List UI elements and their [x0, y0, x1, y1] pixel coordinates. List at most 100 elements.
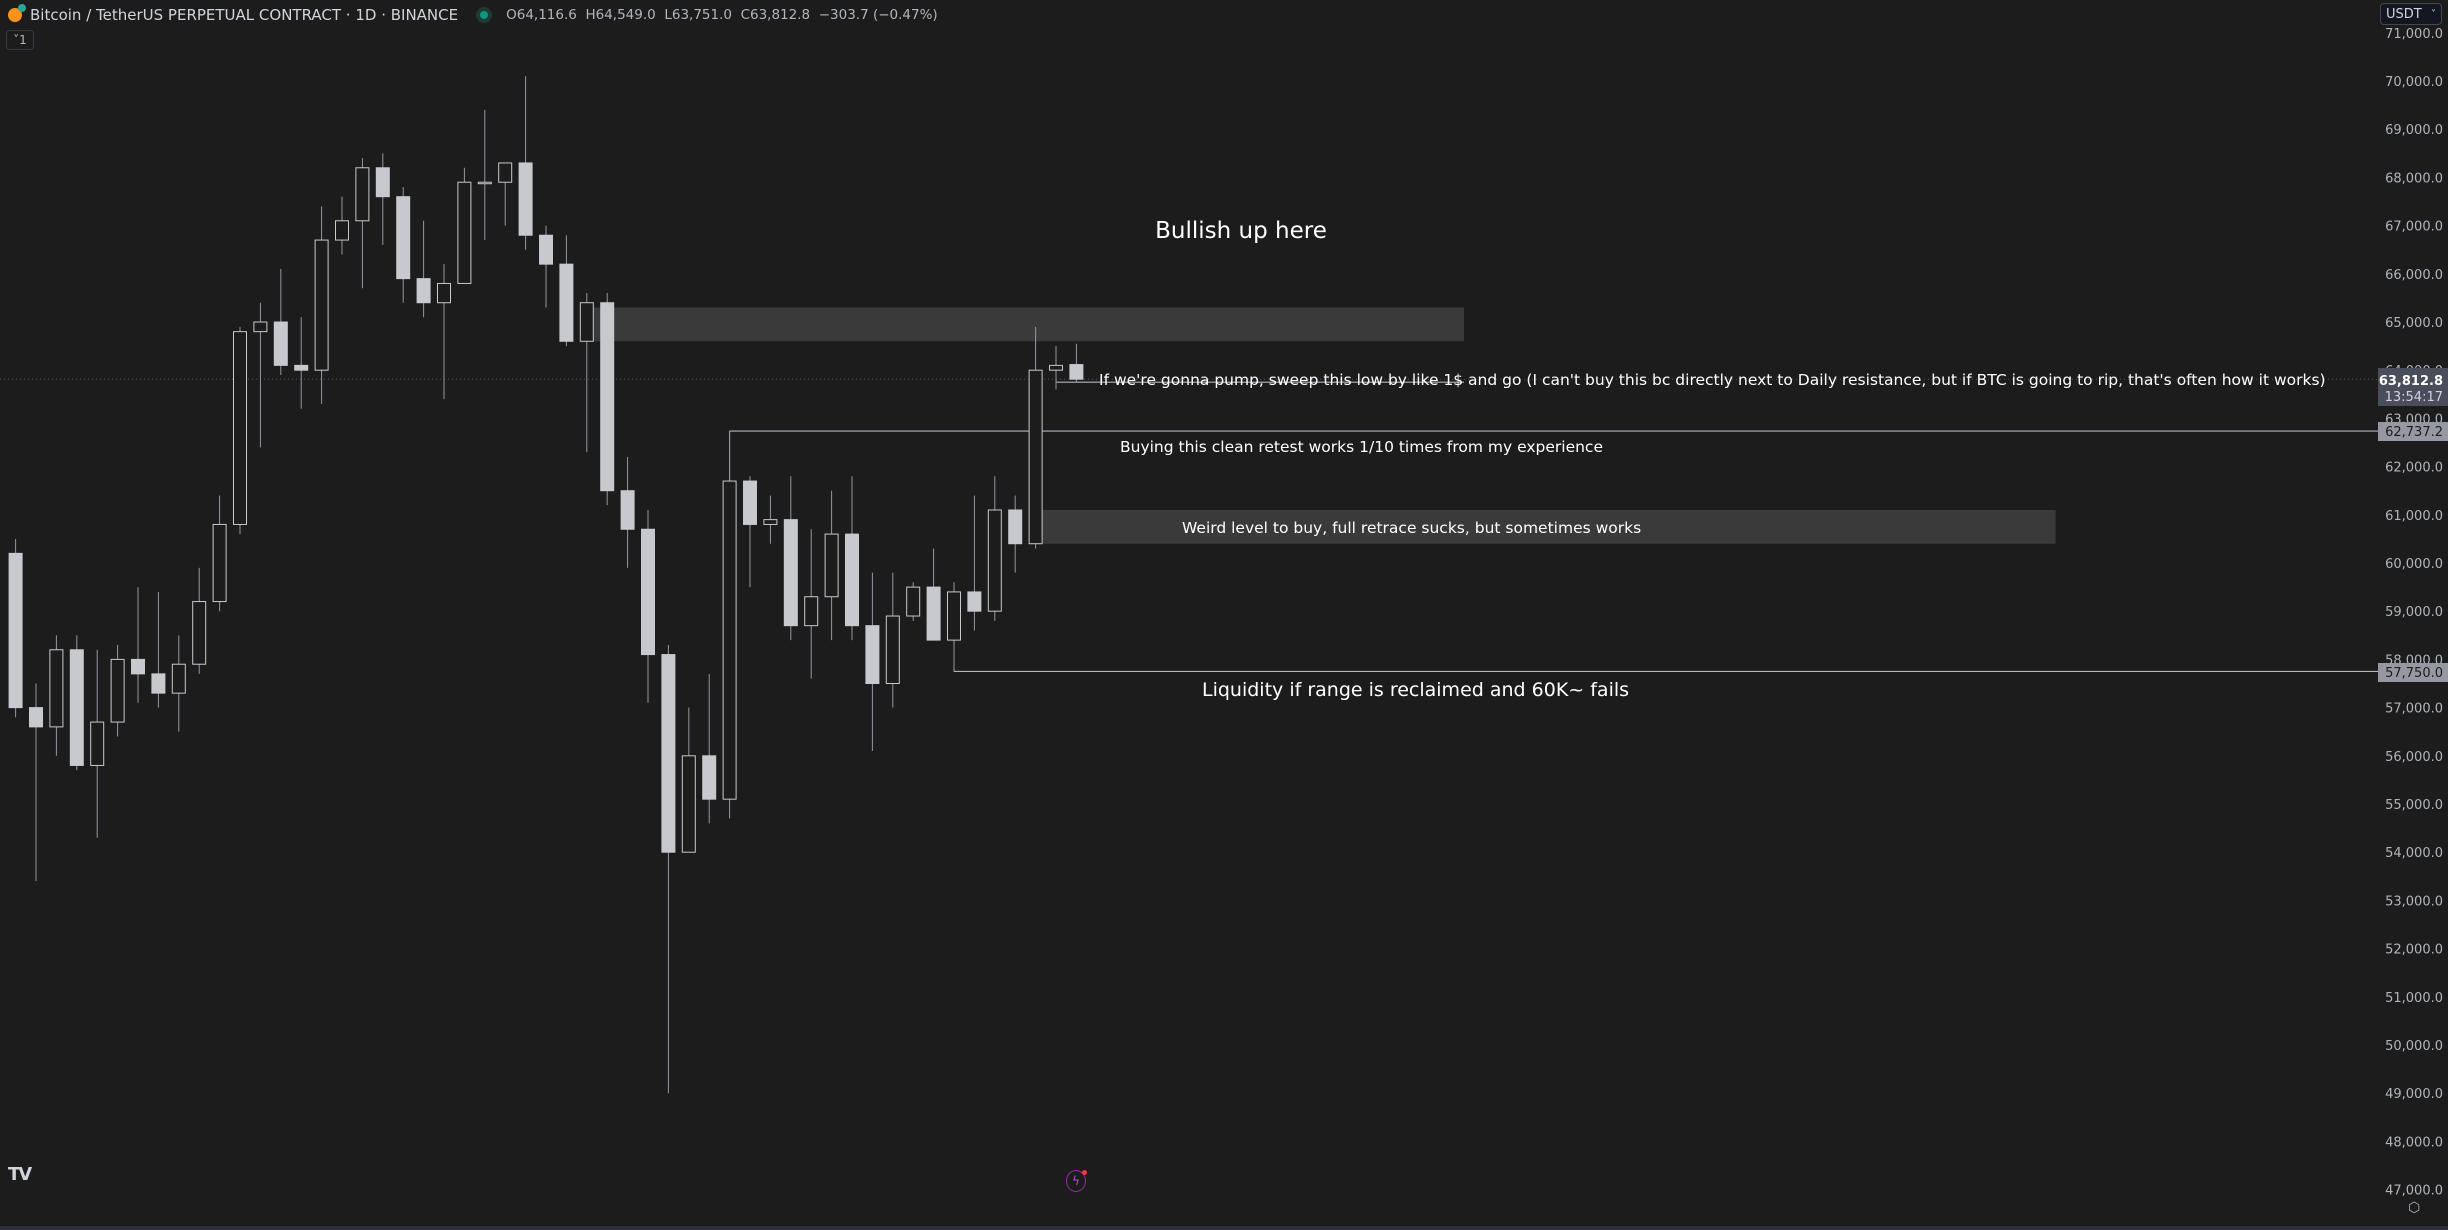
- price-tick-label: 69,000.0: [2385, 123, 2443, 138]
- candle-up: [681, 755, 696, 853]
- candle-down: [69, 649, 84, 766]
- candle-down: [661, 654, 676, 853]
- candle-down: [1069, 364, 1084, 380]
- annotation-sweep[interactable]: If we're gonna pump, sweep this low by l…: [1099, 371, 2326, 389]
- candle-up: [192, 601, 207, 665]
- candle-up: [49, 649, 64, 728]
- price-axis[interactable]: 71,000.0 70,000.0 69,000.0 68,000.0 67,000.0…: [2378, 0, 2448, 1230]
- candle-down: [865, 625, 880, 684]
- price-tick-label: 66,000.0: [2385, 268, 2443, 283]
- candle-down: [620, 490, 635, 530]
- candle-up: [457, 181, 472, 284]
- candle-up: [906, 586, 921, 617]
- candle-up: [171, 663, 186, 694]
- level-label-1: 62,737.2: [2378, 422, 2448, 441]
- candle-up: [477, 181, 492, 185]
- price-chart[interactable]: 8152227Aug6121926Sep91623Oct7142126 Bull…: [0, 0, 2378, 1190]
- candle-up: [212, 523, 227, 603]
- candle-down: [559, 263, 574, 342]
- symbol-title[interactable]: Bitcoin / TetherUS PERPETUAL CONTRACT · …: [30, 6, 458, 24]
- collapse-indicators-button[interactable]: ˅1: [6, 30, 34, 50]
- svg-text:62,737.2: 62,737.2: [2385, 425, 2443, 440]
- candles-layer: [8, 76, 1084, 1094]
- candle-up: [314, 239, 329, 371]
- market-status-icon[interactable]: [476, 7, 493, 23]
- candle-down: [29, 707, 43, 728]
- candle-down: [783, 519, 798, 627]
- annotation-bullish[interactable]: Bullish up here: [1155, 218, 1327, 244]
- price-tick-label: 68,000.0: [2385, 171, 2443, 186]
- price-tick-label: 60,000.0: [2385, 557, 2443, 572]
- price-tick-label: 71,000.0: [2385, 27, 2443, 42]
- candle-down: [743, 480, 757, 525]
- candle-down: [926, 586, 941, 641]
- price-tick-label: 55,000.0: [2385, 798, 2443, 813]
- candle-down: [416, 278, 431, 304]
- annotation-weird[interactable]: Weird level to buy, full retrace sucks, …: [1182, 519, 1641, 537]
- candle-up: [763, 519, 778, 525]
- candle-down: [151, 673, 166, 694]
- price-tick-label: 57,000.0: [2385, 702, 2443, 717]
- annotation-liquidity[interactable]: Liquidity if range is reclaimed and 60K~…: [1202, 679, 1629, 701]
- candle-down: [1008, 509, 1023, 545]
- svg-text:57,750.0: 57,750.0: [2385, 666, 2443, 681]
- price-tick-label: 52,000.0: [2385, 943, 2443, 958]
- bottom-border: [0, 1226, 2448, 1230]
- lightning-icon[interactable]: ϟ: [1066, 1170, 1087, 1192]
- candle-up: [579, 302, 594, 342]
- candle-down: [294, 364, 309, 371]
- price-tick-label: 61,000.0: [2385, 509, 2443, 524]
- price-tick-label: 49,000.0: [2385, 1087, 2443, 1102]
- price-tick-label: 50,000.0: [2385, 1039, 2443, 1054]
- bitcoin-icon: [8, 4, 26, 22]
- currency-selector[interactable]: USDT ˅: [2380, 3, 2442, 25]
- candle-up: [804, 596, 819, 627]
- svg-text:63,812.8: 63,812.8: [2379, 374, 2443, 389]
- price-tick-label: 53,000.0: [2385, 894, 2443, 909]
- candle-up: [437, 282, 451, 304]
- candle-down: [967, 591, 982, 612]
- candle-down: [600, 302, 615, 492]
- candle-down: [396, 196, 411, 280]
- price-tick-label: 56,000.0: [2385, 750, 2443, 765]
- candle-up: [885, 615, 900, 685]
- price-tick-label: 48,000.0: [2385, 1135, 2443, 1150]
- candle-up: [947, 591, 961, 641]
- candle-down: [131, 658, 145, 675]
- candle-up: [253, 321, 268, 333]
- candle-up: [355, 167, 370, 222]
- current-price-label: 63,812.8 13:54:17: [2378, 368, 2448, 406]
- bar-countdown: 13:54:17: [2385, 390, 2443, 405]
- tradingview-logo[interactable]: TV: [8, 1164, 32, 1185]
- price-tick-label: 65,000.0: [2385, 316, 2443, 331]
- candle-up: [335, 220, 349, 241]
- candle-down: [518, 162, 533, 236]
- ohlc-values: O64,116.6 H64,549.0 L63,751.0 C63,812.8 …: [506, 7, 938, 23]
- chevron-down-icon: ˅: [2431, 9, 2436, 20]
- candle-up: [1028, 369, 1043, 545]
- candle-up: [90, 721, 105, 766]
- candle-up: [987, 509, 1002, 612]
- level-label-2: 57,750.0: [2378, 663, 2448, 682]
- price-tick-label: 70,000.0: [2385, 75, 2443, 90]
- candle-up: [824, 533, 839, 598]
- annotation-retest[interactable]: Buying this clean retest works 1/10 time…: [1120, 438, 1603, 456]
- price-tick-label: 59,000.0: [2385, 605, 2443, 620]
- price-tick-label: 67,000.0: [2385, 220, 2443, 235]
- settings-icon[interactable]: ⬡: [2408, 1200, 2420, 1216]
- candle-down: [539, 234, 553, 265]
- candle-up: [233, 331, 247, 525]
- candle-down: [375, 167, 390, 198]
- price-tick-label: 51,000.0: [2385, 991, 2443, 1006]
- candle-down: [702, 755, 717, 800]
- candle-down: [845, 533, 859, 627]
- candle-up: [110, 658, 125, 723]
- symbol-header: Bitcoin / TetherUS PERPETUAL CONTRACT · …: [8, 4, 938, 24]
- candle-up: [722, 480, 737, 800]
- candle-up: [1049, 364, 1063, 371]
- price-tick-label: 54,000.0: [2385, 846, 2443, 861]
- candle-down: [8, 552, 23, 709]
- candle-down: [641, 528, 655, 656]
- price-tick-label: 47,000.0: [2385, 1184, 2443, 1199]
- candle-down: [273, 321, 288, 366]
